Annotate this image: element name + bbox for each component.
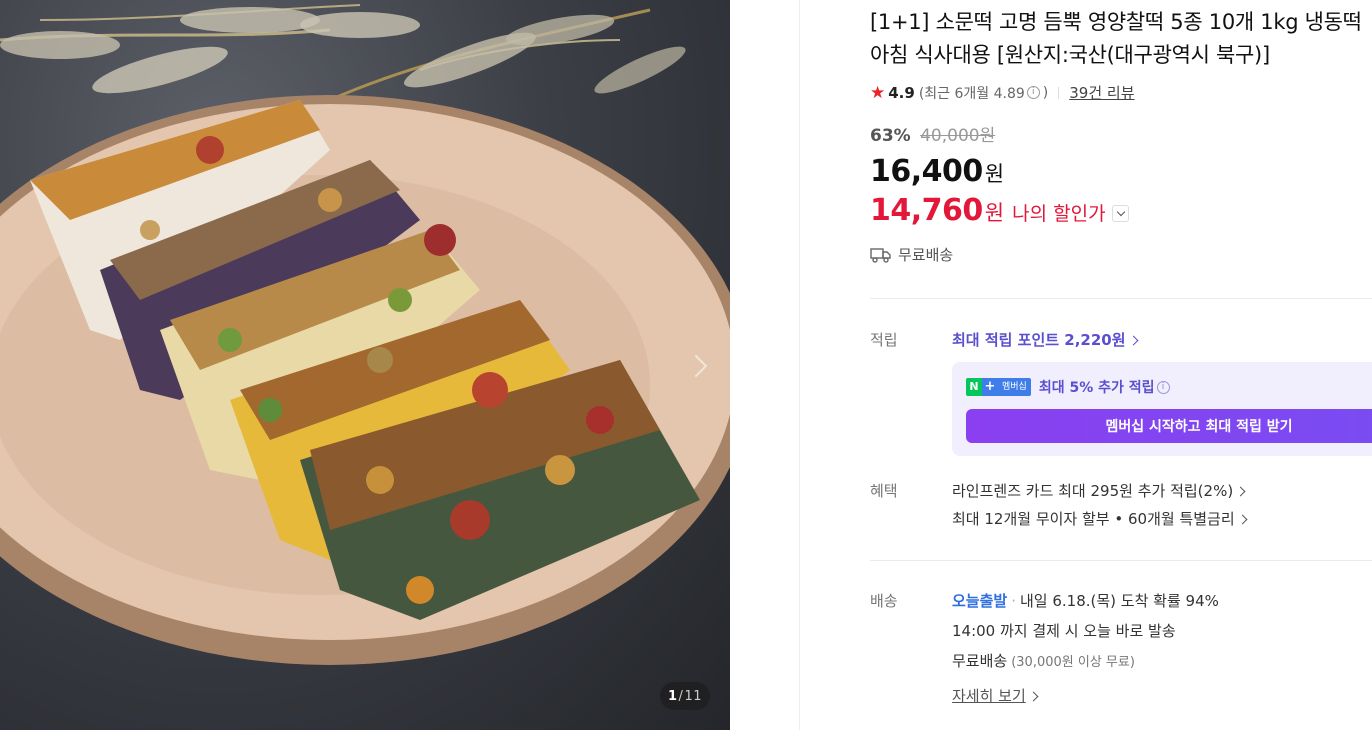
product-title: [1+1] 소문떡 고명 듬뿍 영양찰떡 5종 10개 1kg 냉동떡 아침 식… <box>870 6 1372 72</box>
delivery-free: 무료배송 <box>952 652 1008 670</box>
membership-box: N + 멤버십 최대 5% 추가 적립 i 멤버십 시작하고 최대 적립 받기 <box>952 362 1372 456</box>
delivery-cutoff: 14:00 까지 결제 시 오늘 바로 발송 <box>952 622 1176 640</box>
divider <box>1058 86 1060 99</box>
next-image-button[interactable] <box>684 350 708 384</box>
sale-price-row: 16,400 원 <box>870 154 1004 189</box>
max-point-text: 최대 적립 포인트 2,220원 <box>952 331 1126 349</box>
my-price-row: 14,760 원 나의 할인가 <box>870 193 1129 228</box>
chevron-right-icon <box>1235 486 1246 497</box>
sale-price: 16,400 <box>870 154 983 189</box>
my-price: 14,760 <box>870 193 983 228</box>
image-counter-total: 11 <box>684 688 702 704</box>
product-info: [1+1] 소문떡 고명 듬뿍 영양찰떡 5종 10개 1kg 냉동떡 아침 식… <box>870 0 1372 730</box>
product-image-gallery[interactable]: 1 / 11 <box>0 0 730 730</box>
dot-separator: · <box>1011 592 1016 610</box>
naver-membership-badge: N + 멤버십 <box>966 378 1031 396</box>
benefits-label: 혜택 <box>870 482 898 500</box>
delivery-detail-text: 자세히 보기 <box>952 687 1026 705</box>
benefit-installment-link[interactable]: 최대 12개월 무이자 할부 • 60개월 특별금리 <box>952 508 1248 529</box>
my-price-currency: 원 <box>984 201 1005 225</box>
delivery-free-condition: (30,000원 이상 무료) <box>1011 655 1135 670</box>
membership-start-button[interactable]: 멤버십 시작하고 최대 적립 받기 <box>966 409 1372 443</box>
badge-plus: + <box>982 378 998 396</box>
product-page: 1 / 11 [1+1] 소문떡 고명 듬뿍 영양찰떡 5종 10개 1kg 냉… <box>0 0 1372 730</box>
chevron-down-icon[interactable] <box>1111 205 1129 222</box>
column-divider <box>799 0 800 730</box>
max-point-link[interactable]: 최대 적립 포인트 2,220원 <box>952 329 1138 350</box>
membership-info: N + 멤버십 최대 5% 추가 적립 i <box>966 377 1173 397</box>
shipping-text: 무료배송 <box>898 246 954 264</box>
rating-recent: (최근 6개월 4.89 <box>918 85 1025 102</box>
review-count-link[interactable]: 39건 리뷰 <box>1069 82 1134 103</box>
today-dispatch-badge: 오늘출발 <box>952 592 1008 610</box>
benefit-installment-text: 최대 12개월 무이자 할부 • 60개월 특별금리 <box>952 510 1235 528</box>
rating-row: ★ 4.9 (최근 6개월 4.89 i ) 39건 리뷰 <box>870 82 1135 103</box>
delivery-label: 배송 <box>870 592 898 610</box>
delivery-free-row: 무료배송 (30,000원 이상 무료) <box>952 650 1135 671</box>
badge-text: 멤버십 <box>998 378 1031 396</box>
discount-row: 63% 40,000원 <box>870 121 995 146</box>
chevron-right-icon <box>1028 691 1039 702</box>
star-icon: ★ <box>870 82 886 103</box>
info-icon[interactable]: i <box>1026 86 1040 99</box>
rating-recent-close: ) <box>1042 84 1049 101</box>
product-title-line-1: [1+1] 소문떡 고명 듬뿍 영양찰떡 5종 10개 1kg 냉동떡 <box>870 10 1362 34</box>
rating-value: 4.9 <box>888 83 915 102</box>
badge-n: N <box>966 378 982 396</box>
delivery-detail-link[interactable]: 자세히 보기 <box>952 685 1039 706</box>
benefit-card-link[interactable]: 라인프렌즈 카드 최대 295원 추가 적립(2%) <box>952 480 1246 501</box>
chevron-right-icon <box>1128 335 1138 346</box>
section-divider <box>870 298 1372 299</box>
my-price-label: 나의 할인가 <box>1012 203 1106 225</box>
truck-icon <box>870 247 891 263</box>
discount-rate: 63% <box>870 126 911 146</box>
section-divider <box>870 560 1372 561</box>
image-counter-current: 1 <box>668 688 678 704</box>
points-label: 적립 <box>870 331 898 349</box>
original-price: 40,000원 <box>920 126 996 146</box>
image-counter-separator: / <box>678 688 684 704</box>
chevron-right-icon <box>1237 514 1248 525</box>
delivery-today-row: 오늘출발 · 내일 6.18.(목) 도착 확률 94% <box>952 590 1219 611</box>
info-icon[interactable]: i <box>1156 380 1170 394</box>
shipping-row: 무료배송 <box>870 244 953 265</box>
product-photo <box>0 4 730 665</box>
arrival-estimate: 내일 6.18.(목) 도착 확률 94% <box>1019 592 1219 610</box>
benefit-card-text: 라인프렌즈 카드 최대 295원 추가 적립(2%) <box>952 482 1234 500</box>
membership-text: 최대 5% 추가 적립 <box>1038 380 1155 396</box>
product-title-line-2: 아침 식사대용 [원산지:국산(대구광역시 북구)] <box>870 43 1270 67</box>
sale-price-currency: 원 <box>984 162 1005 186</box>
image-counter: 1 / 11 <box>660 682 710 710</box>
